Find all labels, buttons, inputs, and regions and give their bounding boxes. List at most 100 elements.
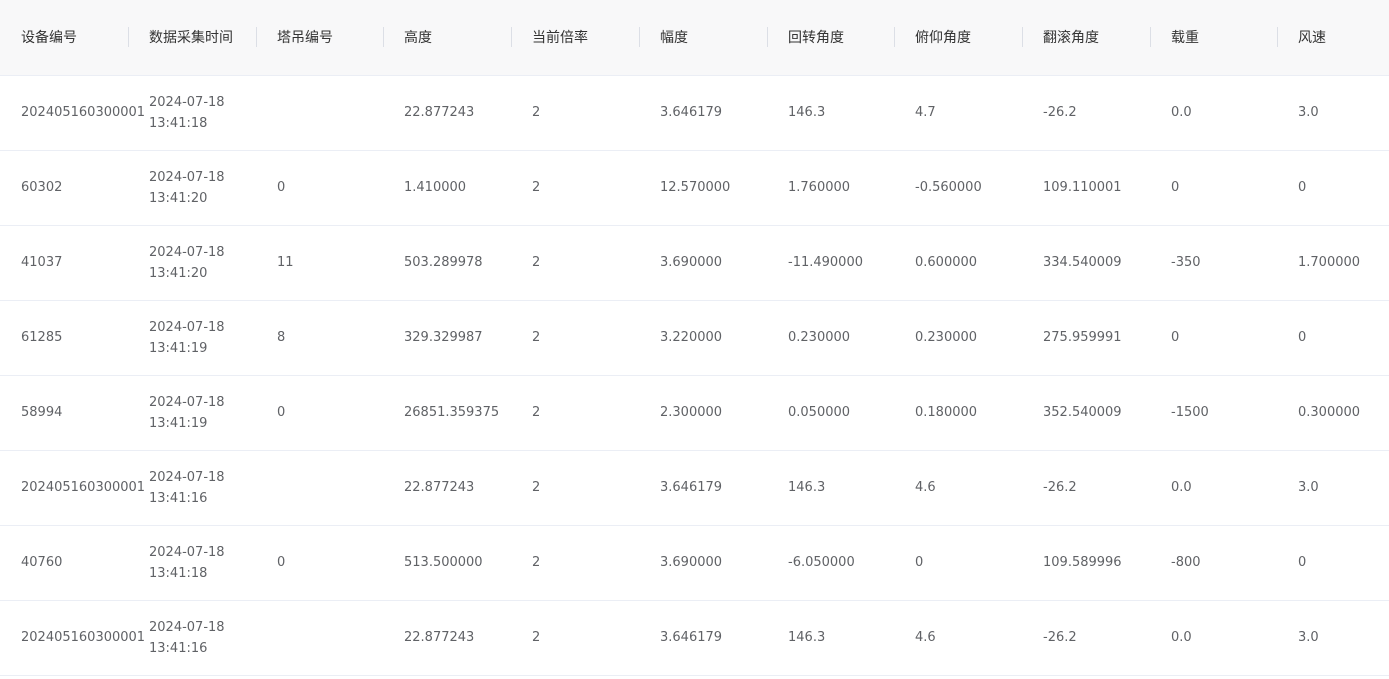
cell-load: -1500	[1150, 375, 1277, 451]
cell-height: 1.410000	[383, 150, 511, 226]
col-header-pitch[interactable]: 俯仰角度	[894, 0, 1022, 76]
col-header-rate[interactable]: 当前倍率	[511, 0, 639, 76]
cell-rate: 2	[511, 375, 639, 451]
cell-rotation: 146.3	[767, 75, 894, 151]
cell-range: 3.646179	[639, 75, 767, 151]
collect-date: 2024-07-18	[149, 394, 225, 410]
col-header-collect-time[interactable]: 数据采集时间	[128, 0, 256, 76]
table-row[interactable]: 202405160300001 2024-07-18 13:41:18 22.8772…	[0, 75, 1389, 151]
cell-load: 0	[1150, 150, 1277, 226]
cell-pitch: 0.230000	[894, 300, 1022, 376]
col-header-roll[interactable]: 翻滚角度	[1022, 0, 1150, 76]
col-header-rotation[interactable]: 回转角度	[767, 0, 894, 76]
col-header-crane[interactable]: 塔吊编号	[256, 0, 383, 76]
cell-pitch: 4.7	[894, 75, 1022, 151]
cell-roll: 109.589996	[1022, 525, 1150, 601]
cell-device: 60302	[0, 150, 128, 226]
collect-date: 2024-07-18	[149, 469, 225, 485]
cell-wind: 0	[1277, 300, 1389, 376]
cell-rotation: 146.3	[767, 600, 894, 676]
cell-range: 3.690000	[639, 225, 767, 301]
cell-rotation: 0.230000	[767, 300, 894, 376]
cell-rate: 2	[511, 450, 639, 526]
cell-crane	[256, 450, 383, 526]
cell-device: 61285	[0, 300, 128, 376]
cell-range: 3.646179	[639, 450, 767, 526]
cell-roll: 109.110001	[1022, 150, 1150, 226]
data-table-container: 设备编号 数据采集时间 塔吊编号 高度 当前倍率 幅度 回转角度 俯仰角度 翻滚…	[0, 0, 1389, 679]
col-header-range[interactable]: 幅度	[639, 0, 767, 76]
cell-pitch: 0	[894, 525, 1022, 601]
cell-device: 202405160300001	[0, 450, 145, 526]
cell-roll: -26.2	[1022, 600, 1150, 676]
crane-data-table: 设备编号 数据采集时间 塔吊编号 高度 当前倍率 幅度 回转角度 俯仰角度 翻滚…	[0, 0, 1389, 676]
table-row[interactable]: 202405160300001 2024-07-18 13:41:16 22.8772…	[0, 450, 1389, 526]
table-row[interactable]: 60302 2024-07-18 13:41:20 0 1.410000 2 12.5700…	[0, 150, 1389, 226]
table-row[interactable]: 40760 2024-07-18 13:41:18 0 513.500000 2 3.690…	[0, 525, 1389, 601]
cell-rotation: -6.050000	[767, 525, 894, 601]
col-header-load[interactable]: 载重	[1150, 0, 1277, 76]
cell-height: 22.877243	[383, 450, 511, 526]
cell-collect-time: 2024-07-18 13:41:18	[128, 525, 256, 601]
cell-range: 3.690000	[639, 525, 767, 601]
cell-collect-time: 2024-07-18 13:41:16	[128, 450, 256, 526]
cell-collect-time: 2024-07-18 13:41:19	[128, 300, 256, 376]
table-header: 设备编号 数据采集时间 塔吊编号 高度 当前倍率 幅度 回转角度 俯仰角度 翻滚…	[0, 0, 1389, 76]
cell-crane: 8	[256, 300, 383, 376]
cell-rotation: 1.760000	[767, 150, 894, 226]
table-row[interactable]: 61285 2024-07-18 13:41:19 8 329.329987 2 3.220…	[0, 300, 1389, 376]
cell-roll: 275.959991	[1022, 300, 1150, 376]
cell-collect-time: 2024-07-18 13:41:18	[128, 75, 256, 151]
cell-rate: 2	[511, 300, 639, 376]
collect-time: 13:41:20	[149, 190, 208, 206]
cell-range: 2.300000	[639, 375, 767, 451]
cell-wind: 0.300000	[1277, 375, 1389, 451]
collect-time: 13:41:16	[149, 640, 208, 656]
table-row[interactable]: 202405160300001 2024-07-18 13:41:16 22.8772…	[0, 600, 1389, 676]
cell-rate: 2	[511, 600, 639, 676]
cell-load: -350	[1150, 225, 1277, 301]
col-header-wind[interactable]: 风速	[1277, 0, 1389, 76]
cell-load: 0.0	[1150, 450, 1277, 526]
collect-date: 2024-07-18	[149, 619, 225, 635]
cell-height: 513.500000	[383, 525, 511, 601]
cell-height: 503.289978	[383, 225, 511, 301]
cell-load: 0.0	[1150, 75, 1277, 151]
cell-device: 41037	[0, 225, 128, 301]
cell-device: 202405160300001	[0, 600, 145, 676]
collect-date: 2024-07-18	[149, 244, 225, 260]
cell-range: 12.570000	[639, 150, 767, 226]
cell-range: 3.646179	[639, 600, 767, 676]
cell-collect-time: 2024-07-18 13:41:19	[128, 375, 256, 451]
cell-roll: 334.540009	[1022, 225, 1150, 301]
cell-height: 22.877243	[383, 75, 511, 151]
cell-pitch: 4.6	[894, 450, 1022, 526]
collect-date: 2024-07-18	[149, 544, 225, 560]
collect-date: 2024-07-18	[149, 319, 225, 335]
cell-crane	[256, 600, 383, 676]
cell-roll: -26.2	[1022, 450, 1150, 526]
cell-wind: 0	[1277, 525, 1389, 601]
cell-load: 0.0	[1150, 600, 1277, 676]
cell-wind: 3.0	[1277, 600, 1389, 676]
cell-load: -800	[1150, 525, 1277, 601]
cell-crane: 0	[256, 150, 383, 226]
cell-height: 329.329987	[383, 300, 511, 376]
cell-collect-time: 2024-07-18 13:41:16	[128, 600, 256, 676]
cell-roll: 352.540009	[1022, 375, 1150, 451]
cell-wind: 3.0	[1277, 75, 1389, 151]
cell-range: 3.220000	[639, 300, 767, 376]
cell-pitch: 0.180000	[894, 375, 1022, 451]
cell-rate: 2	[511, 75, 639, 151]
table-row[interactable]: 41037 2024-07-18 13:41:20 11 503.289978 2 3.69…	[0, 225, 1389, 301]
cell-wind: 1.700000	[1277, 225, 1389, 301]
col-header-height[interactable]: 高度	[383, 0, 511, 76]
cell-crane	[256, 75, 383, 151]
collect-time: 13:41:20	[149, 265, 208, 281]
cell-roll: -26.2	[1022, 75, 1150, 151]
header-row: 设备编号 数据采集时间 塔吊编号 高度 当前倍率 幅度 回转角度 俯仰角度 翻滚…	[0, 0, 1389, 76]
col-header-device[interactable]: 设备编号	[0, 0, 128, 76]
table-row[interactable]: 58994 2024-07-18 13:41:19 0 26851.359375 2 2.3…	[0, 375, 1389, 451]
cell-crane: 0	[256, 525, 383, 601]
cell-pitch: -0.560000	[894, 150, 1022, 226]
